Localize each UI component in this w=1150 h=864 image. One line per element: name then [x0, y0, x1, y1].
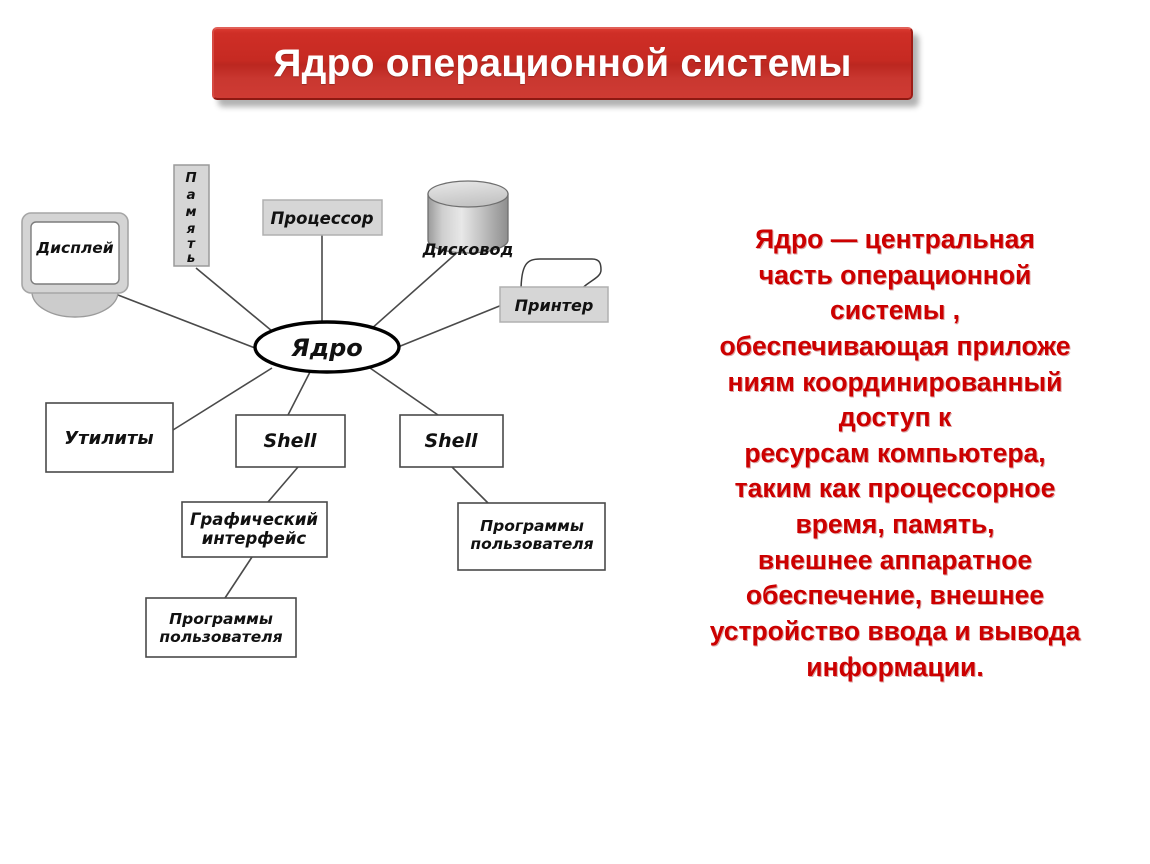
memory-letter-1: П — [185, 170, 197, 186]
body-line-5: ниям координированный — [727, 366, 1063, 397]
disk-label: Дисковод — [422, 240, 514, 259]
slide-title-banner: Ядро операционной системы — [212, 27, 913, 100]
diagram-node-kernel: Ядро — [253, 320, 401, 374]
body-line-8: таким как процессорное — [734, 473, 1056, 504]
edge-kernel-shell1 — [287, 371, 311, 416]
diagram-node-disk: Дисковод — [422, 180, 514, 259]
body-line-4: обеспечивающая приложе — [719, 330, 1071, 361]
body-line-1: Ядро — центральная — [755, 224, 1035, 254]
memory-letter-6: ь — [187, 250, 196, 266]
body-line-6: доступ к — [838, 402, 952, 433]
edge-gui-userprog1 — [224, 556, 253, 599]
display-label: Дисплей — [35, 239, 113, 257]
edge-kernel-disk — [369, 249, 461, 331]
edge-kernel-shell2 — [369, 367, 439, 416]
diagram-node-gui: Графический интерфейс — [181, 501, 328, 558]
diagram-node-cpu: Процессор — [262, 199, 383, 236]
shell2-label: Shell — [424, 430, 478, 452]
kernel-architecture-diagram: Дисплей П а м я т ь Процессор Дисковод П — [0, 140, 660, 680]
diagram-node-userprog1: Программы пользователя — [145, 597, 297, 658]
userprog1-label-line2: пользователя — [159, 628, 282, 646]
edge-kernel-printer — [397, 304, 503, 348]
edge-kernel-memory — [195, 267, 279, 337]
diagram-node-userprog2: Программы пользователя — [457, 502, 606, 571]
body-line-13: информации. — [806, 651, 984, 682]
edge-shell2-userprog2 — [451, 466, 489, 504]
body-line-9: время, память, — [795, 509, 995, 540]
userprog1-label-line1: Программы — [169, 610, 273, 628]
body-line-2: часть операционной — [758, 259, 1032, 290]
diagram-node-memory: П а м я т ь — [173, 164, 210, 267]
body-line-11: обеспечение, внешнее — [745, 580, 1045, 611]
memory-letter-2: а — [186, 187, 195, 203]
userprog2-label-line1: Программы — [480, 517, 584, 535]
body-line-10: внешнее аппаратное — [757, 544, 1033, 575]
diagram-node-printer: Принтер — [499, 258, 609, 323]
printer-label: Принтер — [515, 296, 594, 315]
diagram-node-shell1: Shell — [235, 414, 346, 468]
gui-label-line2: интерфейс — [202, 529, 307, 548]
memory-letter-3: м — [185, 204, 196, 220]
diagram-node-display: Дисплей — [21, 212, 129, 318]
body-line-3: системы , — [829, 295, 961, 326]
page-title: Ядро операционной системы — [273, 41, 852, 85]
userprog2-label-line2: пользователя — [470, 535, 593, 553]
gui-label-line1: Графический — [190, 510, 318, 529]
cpu-label: Процессор — [270, 209, 373, 228]
body-line-7: ресурсам компьютера, — [744, 437, 1046, 468]
disk-cylinder-top — [427, 180, 509, 208]
kernel-definition-text: Ядро — центральная часть операционной си… — [655, 222, 1135, 685]
shell1-label: Shell — [263, 430, 317, 452]
memory-letter-4: я — [186, 221, 196, 237]
utils-label: Утилиты — [64, 428, 153, 449]
edge-kernel-display — [117, 294, 269, 354]
kernel-label: Ядро — [290, 334, 363, 362]
edge-shell1-gui — [267, 466, 299, 503]
diagram-node-shell2: Shell — [399, 414, 504, 468]
body-line-12: устройство ввода и вывода — [709, 616, 1081, 647]
diagram-node-utils: Утилиты — [45, 402, 174, 473]
